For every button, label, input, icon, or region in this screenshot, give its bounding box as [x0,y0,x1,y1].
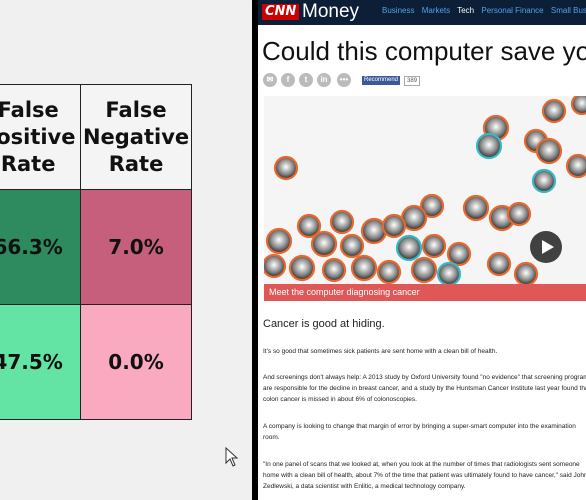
nav-personal-finance[interactable]: Personal Finance [481,6,543,15]
cnn-logo[interactable]: CNN [262,4,300,20]
site-nav: Business Markets Tech Personal Finance S… [382,6,586,15]
slide-panel: False Positive Rate False Negative Rate … [0,0,252,500]
email-icon[interactable]: ✉ [263,73,277,87]
paragraph: It's so good that sometimes sick patient… [263,348,498,355]
facebook-icon[interactable]: f [281,73,295,87]
recommend-count: 389 [404,76,421,86]
site-header: CNN Money Business Markets Tech Personal… [258,0,586,25]
nav-markets[interactable]: Markets [422,6,450,15]
linkedin-icon[interactable]: in [317,73,331,87]
article-headline: Could this computer save your life? [262,36,586,66]
twitter-icon[interactable]: t [299,73,313,87]
nav-small-business[interactable]: Small Business [551,6,586,15]
facebook-recommend-button[interactable]: Recommend [362,76,401,85]
article-lead: Cancer is good at hiding. [263,318,385,330]
cell-false-positive: 47.5% [0,304,82,420]
section-title[interactable]: Money [302,1,359,23]
error-rate-table: False Positive Rate False Negative Rate … [0,84,192,420]
cell-false-negative: 7.0% [80,189,192,305]
more-icon[interactable]: ••• [337,73,351,87]
paragraph: "In one panel of scans that we looked at… [263,461,586,490]
article-page: CNN Money Business Markets Tech Personal… [258,0,586,500]
paragraph: A company is looking to change that marg… [263,423,576,441]
cell-false-positive: 66.3% [0,189,82,305]
table-row: 47.5% 0.0% [0,304,192,420]
nav-tech[interactable]: Tech [457,6,474,15]
paragraph: And screenings don't always help: A 2013… [263,374,586,403]
cell-false-negative: 0.0% [80,304,192,420]
video-thumbnail[interactable] [264,96,586,284]
header-false-negative-rate: False Negative Rate [80,84,192,190]
header-false-positive-rate: False Positive Rate [0,84,82,190]
video-caption[interactable]: Meet the computer diagnosing cancer [264,284,586,301]
mouse-cursor-icon [225,447,239,467]
nav-business[interactable]: Business [382,6,414,15]
play-button[interactable] [530,231,562,263]
table-row: 66.3% 7.0% [0,189,192,305]
